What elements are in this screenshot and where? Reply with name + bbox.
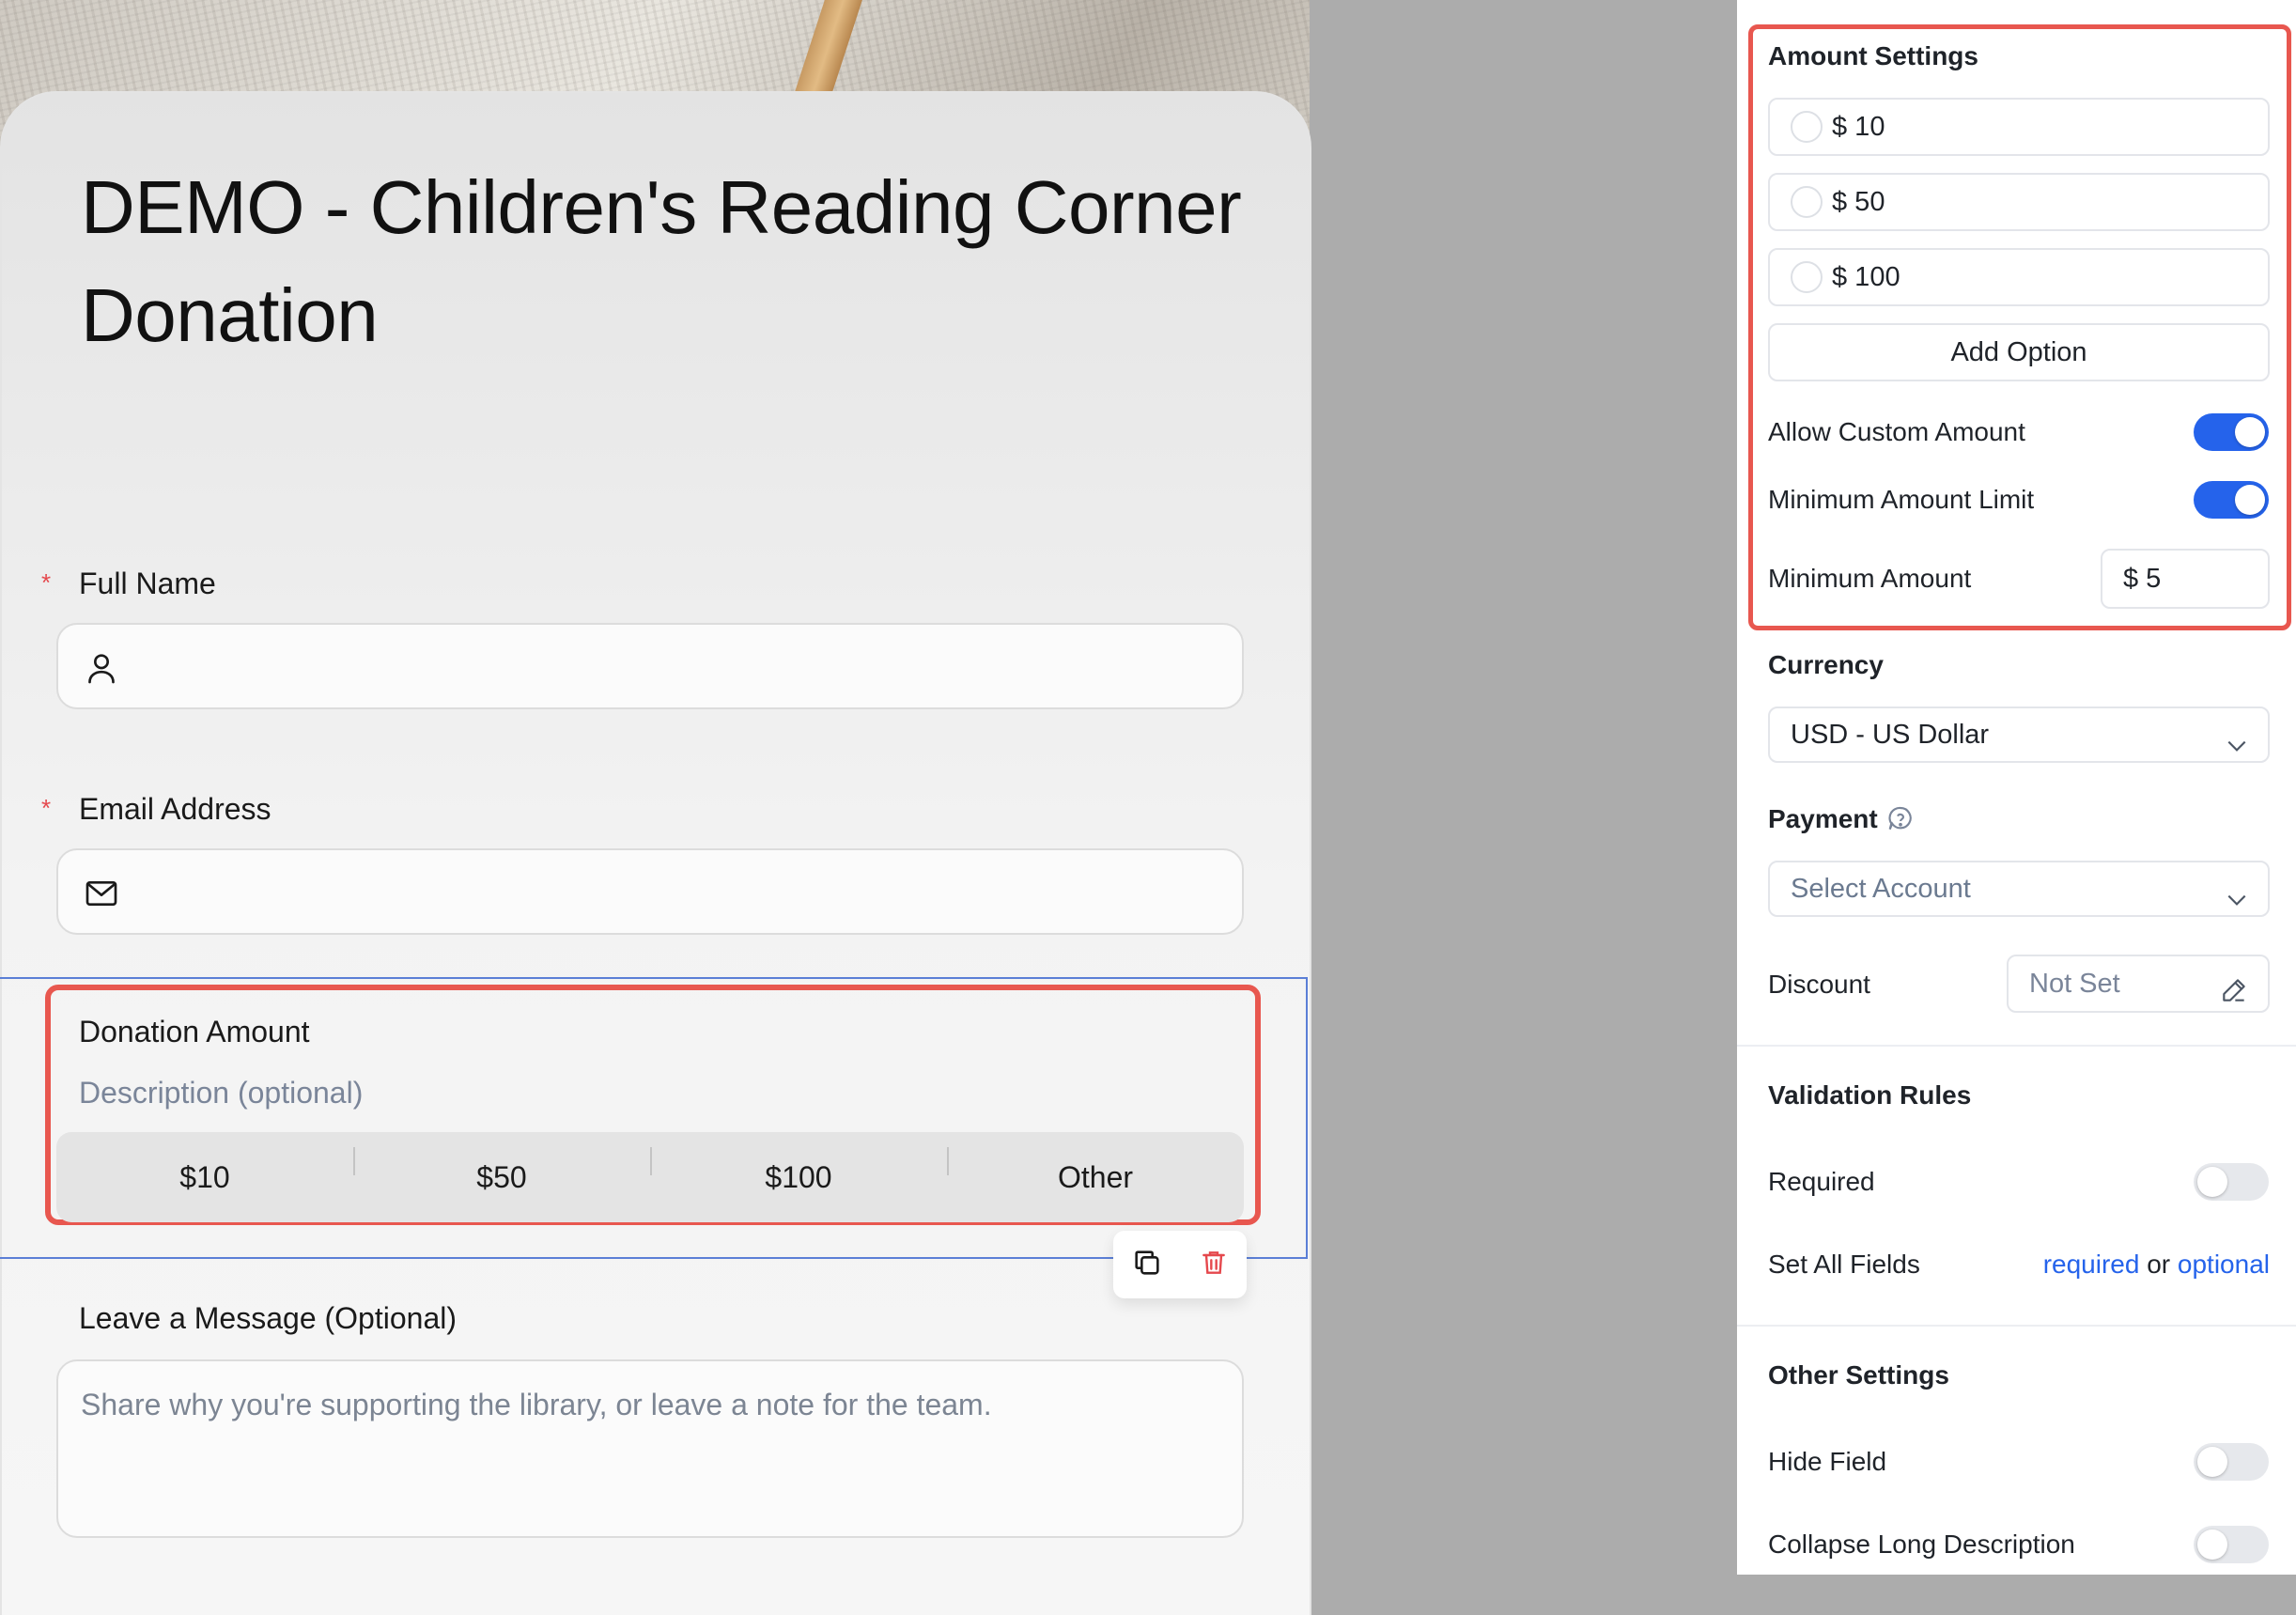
background-book-spine	[791, 0, 862, 103]
set-optional-link[interactable]: optional	[2178, 1250, 2270, 1279]
amount-option-row[interactable]: $ 10	[1768, 98, 2270, 156]
message-label[interactable]: Leave a Message (Optional)	[79, 1301, 457, 1336]
donation-amount-label[interactable]: Donation Amount	[79, 1015, 310, 1049]
block-toolbar	[1113, 1231, 1247, 1298]
payment-account-placeholder: Select Account	[1791, 874, 1971, 904]
question-icon[interactable]	[1885, 804, 1916, 839]
amount-option-value[interactable]: $ 100	[1832, 262, 1900, 293]
mail-icon	[83, 875, 120, 912]
required-label: Required	[1768, 1167, 1875, 1196]
minimum-amount-input[interactable]: $ 5	[2101, 549, 2270, 609]
toggle-knob	[2235, 417, 2265, 447]
full-name-input[interactable]	[56, 623, 1244, 709]
email-label[interactable]: Email Address	[79, 792, 271, 827]
chevron-down-icon	[2225, 723, 2249, 752]
radio-icon[interactable]	[1791, 186, 1823, 218]
add-option-button[interactable]: Add Option	[1768, 323, 2270, 381]
chevron-down-icon	[2225, 877, 2249, 906]
currency-select[interactable]: USD - US Dollar	[1768, 707, 2270, 763]
hide-field-label: Hide Field	[1768, 1447, 1887, 1476]
set-all-fields-actions: required or optional	[2043, 1250, 2270, 1280]
amount-option-50[interactable]: $50	[353, 1146, 650, 1195]
minimum-amount-limit-label: Minimum Amount Limit	[1768, 485, 2035, 514]
allow-custom-amount-label: Allow Custom Amount	[1768, 417, 2025, 446]
collapse-long-description-label: Collapse Long Description	[1768, 1530, 2075, 1559]
hide-field-toggle[interactable]	[2194, 1443, 2269, 1481]
email-required-mark: *	[41, 794, 52, 822]
validation-rules-heading: Validation Rules	[1768, 1080, 1972, 1110]
toggle-knob	[2235, 485, 2265, 515]
user-icon	[83, 649, 120, 687]
toggle-knob	[2197, 1167, 2227, 1197]
section-divider	[1737, 1325, 2296, 1327]
set-all-fields-label: Set All Fields	[1768, 1250, 1920, 1279]
amount-settings-heading: Amount Settings	[1768, 41, 1978, 70]
toggle-knob	[2197, 1447, 2227, 1477]
settings-panel: Amount Settings $ 10 $ 50 $ 100 Add Opti…	[1737, 0, 2296, 1575]
currency-value: USD - US Dollar	[1791, 720, 1990, 750]
email-input[interactable]	[56, 848, 1244, 935]
payment-account-select[interactable]: Select Account	[1768, 861, 2270, 917]
amount-option-value[interactable]: $ 50	[1832, 187, 1885, 218]
discount-field[interactable]: Not Set	[2007, 955, 2270, 1013]
discount-label: Discount	[1768, 970, 1870, 999]
radio-icon[interactable]	[1791, 111, 1823, 143]
copy-icon[interactable]	[1131, 1247, 1163, 1283]
donation-description-placeholder[interactable]: Description (optional)	[79, 1076, 363, 1110]
amount-option-other[interactable]: Other	[947, 1146, 1244, 1195]
required-toggle[interactable]	[2194, 1163, 2269, 1201]
full-name-required-mark: *	[41, 568, 52, 597]
or-text: or	[2147, 1250, 2171, 1279]
allow-custom-amount-toggle[interactable]	[2194, 413, 2269, 451]
amount-option-value[interactable]: $ 10	[1832, 112, 1885, 143]
trash-icon[interactable]	[1199, 1248, 1229, 1282]
full-name-label[interactable]: Full Name	[79, 567, 216, 601]
section-divider	[1737, 1045, 2296, 1047]
form-title[interactable]: DEMO - Children's Reading Corner Donatio…	[81, 153, 1264, 369]
radio-icon[interactable]	[1791, 261, 1823, 293]
toggle-knob	[2197, 1530, 2227, 1560]
payment-heading: Payment	[1768, 804, 1878, 833]
pencil-icon[interactable]	[2219, 970, 2249, 1024]
minimum-amount-label: Minimum Amount	[1768, 564, 1972, 593]
amount-option-row[interactable]: $ 100	[1768, 248, 2270, 306]
currency-heading: Currency	[1768, 650, 1884, 679]
discount-value: Not Set	[2029, 969, 2120, 999]
amount-option-10[interactable]: $10	[56, 1160, 353, 1195]
donation-amount-options: $10 $50 $100 Other	[56, 1132, 1244, 1222]
collapse-long-description-toggle[interactable]	[2194, 1526, 2269, 1563]
other-settings-heading: Other Settings	[1768, 1360, 1949, 1390]
amount-option-100[interactable]: $100	[650, 1146, 947, 1195]
set-required-link[interactable]: required	[2043, 1250, 2140, 1279]
minimum-amount-limit-toggle[interactable]	[2194, 481, 2269, 519]
message-textarea[interactable]: Share why you're supporting the library,…	[56, 1359, 1244, 1538]
amount-option-row[interactable]: $ 50	[1768, 173, 2270, 231]
